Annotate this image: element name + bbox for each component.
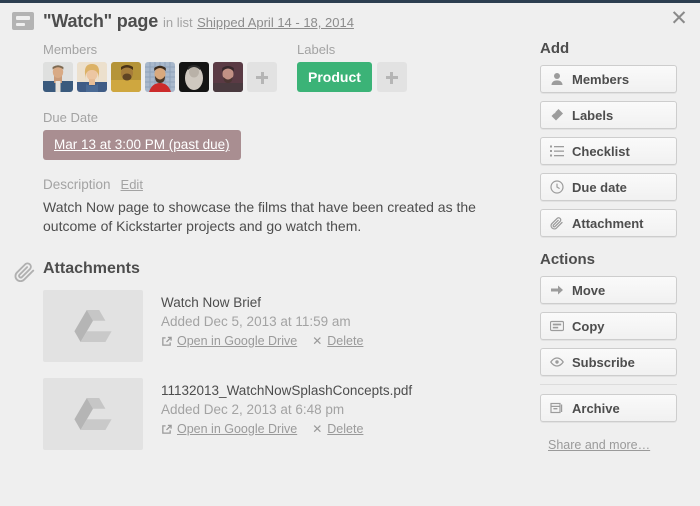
sidebar-add-heading: Add bbox=[540, 40, 692, 57]
due-date-label: Due Date bbox=[43, 110, 526, 125]
arrow-right-icon bbox=[550, 283, 564, 297]
labels-chip-row: Product bbox=[297, 62, 526, 92]
attachment-thumbnail[interactable] bbox=[43, 290, 143, 362]
attachment-name[interactable]: Watch Now Brief bbox=[161, 294, 363, 312]
delete-attachment-link[interactable]: ✕ Delete bbox=[312, 422, 363, 436]
attachment-name[interactable]: 11132013_WatchNowSplashConcepts.pdf bbox=[161, 382, 412, 400]
open-in-google-drive-link[interactable]: Open in Google Drive bbox=[161, 334, 297, 348]
sidebar-item-move[interactable]: Move bbox=[540, 276, 677, 304]
card-detail-dialog: "Watch" page in list Shipped April 14 - 1… bbox=[0, 0, 700, 506]
card-header: "Watch" page in list Shipped April 14 - 1… bbox=[0, 0, 700, 38]
sidebar-item-label: Attachment bbox=[572, 216, 644, 231]
card-body: Members bbox=[0, 38, 700, 466]
delete-label: Delete bbox=[327, 334, 363, 348]
attachment-added-date: Added Dec 2, 2013 at 6:48 pm bbox=[161, 400, 412, 419]
labels-section: Labels Product bbox=[297, 42, 526, 92]
labels-label: Labels bbox=[297, 42, 526, 57]
card-sidebar: Add Members Labels Checklist bbox=[540, 38, 700, 466]
archive-box-icon bbox=[550, 401, 564, 415]
open-link-label: Open in Google Drive bbox=[177, 422, 297, 436]
members-labels-row: Members bbox=[43, 42, 526, 92]
sidebar-item-label: Checklist bbox=[572, 144, 630, 159]
attachments-section: Attachments Watch Now Brief bbox=[43, 260, 526, 450]
add-member-button[interactable] bbox=[247, 62, 277, 92]
sidebar-item-members[interactable]: Members bbox=[540, 65, 677, 93]
card-main-column: Members bbox=[0, 38, 540, 466]
attachment-row: 11132013_WatchNowSplashConcepts.pdf Adde… bbox=[43, 378, 526, 450]
sidebar-item-archive[interactable]: Archive bbox=[540, 394, 677, 422]
sidebar-item-label: Move bbox=[572, 283, 605, 298]
person-icon bbox=[550, 72, 564, 86]
sidebar-item-label: Copy bbox=[572, 319, 605, 334]
google-drive-icon bbox=[73, 308, 113, 344]
checklist-icon bbox=[550, 144, 564, 158]
sidebar-item-label: Labels bbox=[572, 108, 613, 123]
close-icon: ✕ bbox=[312, 424, 322, 435]
list-name-link[interactable]: Shipped April 14 - 18, 2014 bbox=[197, 15, 354, 30]
member-avatar-3[interactable] bbox=[111, 62, 141, 92]
sidebar-item-due-date[interactable]: Due date bbox=[540, 173, 677, 201]
eye-icon bbox=[550, 355, 564, 369]
attachment-actions: Open in Google Drive ✕ Delete bbox=[161, 422, 412, 436]
sidebar-item-subscribe[interactable]: Subscribe bbox=[540, 348, 677, 376]
attachments-heading: Attachments bbox=[43, 260, 140, 278]
description-text: Watch Now page to showcase the films tha… bbox=[43, 198, 526, 236]
member-avatar-6[interactable] bbox=[213, 62, 243, 92]
sidebar-divider bbox=[540, 384, 677, 385]
due-date-section: Due Date Mar 13 at 3:00 PM (past due) bbox=[43, 110, 526, 160]
attachment-row: Watch Now Brief Added Dec 5, 2013 at 11:… bbox=[43, 290, 526, 362]
sidebar-actions-heading: Actions bbox=[540, 251, 692, 268]
attachments-header: Attachments bbox=[43, 260, 526, 278]
attachment-meta: Watch Now Brief Added Dec 5, 2013 at 11:… bbox=[143, 290, 363, 362]
member-avatar-4[interactable] bbox=[145, 62, 175, 92]
external-link-icon bbox=[161, 336, 172, 347]
sidebar-item-labels[interactable]: Labels bbox=[540, 101, 677, 129]
label-chip-product[interactable]: Product bbox=[297, 62, 372, 92]
members-section: Members bbox=[43, 42, 297, 92]
description-header: Description Edit bbox=[43, 177, 526, 192]
in-list-text: in list bbox=[163, 15, 193, 30]
delete-attachment-link[interactable]: ✕ Delete bbox=[312, 334, 363, 348]
external-link-icon bbox=[161, 424, 172, 435]
clock-icon bbox=[550, 180, 564, 194]
tag-icon bbox=[550, 108, 564, 122]
sidebar-item-label: Members bbox=[572, 72, 629, 87]
member-avatar-1[interactable] bbox=[43, 62, 73, 92]
google-drive-icon bbox=[73, 396, 113, 432]
members-avatar-row bbox=[43, 62, 297, 92]
due-date-badge[interactable]: Mar 13 at 3:00 PM (past due) bbox=[43, 130, 241, 160]
attachment-meta: 11132013_WatchNowSplashConcepts.pdf Adde… bbox=[143, 378, 412, 450]
sidebar-item-checklist[interactable]: Checklist bbox=[540, 137, 677, 165]
sidebar-item-copy[interactable]: Copy bbox=[540, 312, 677, 340]
page-title: "Watch" page bbox=[43, 11, 158, 31]
member-avatar-5[interactable] bbox=[179, 62, 209, 92]
open-in-google-drive-link[interactable]: Open in Google Drive bbox=[161, 422, 297, 436]
sidebar-item-label: Due date bbox=[572, 180, 627, 195]
description-section: Description Edit Watch Now page to showc… bbox=[43, 177, 526, 236]
attachments-list: Watch Now Brief Added Dec 5, 2013 at 11:… bbox=[43, 290, 526, 450]
open-link-label: Open in Google Drive bbox=[177, 334, 297, 348]
paperclip-icon bbox=[14, 260, 36, 282]
attachment-actions: Open in Google Drive ✕ Delete bbox=[161, 334, 363, 348]
share-and-more-link[interactable]: Share and more… bbox=[548, 438, 650, 452]
attachment-thumbnail[interactable] bbox=[43, 378, 143, 450]
member-avatar-2[interactable] bbox=[77, 62, 107, 92]
paperclip-icon bbox=[550, 216, 564, 230]
add-label-button[interactable] bbox=[377, 62, 407, 92]
close-icon: ✕ bbox=[312, 336, 322, 347]
description-label: Description bbox=[43, 177, 111, 192]
close-icon[interactable]: ✕ bbox=[668, 8, 690, 30]
sidebar-item-attachment[interactable]: Attachment bbox=[540, 209, 677, 237]
description-edit-link[interactable]: Edit bbox=[121, 177, 143, 192]
card-icon bbox=[12, 12, 34, 30]
delete-label: Delete bbox=[327, 422, 363, 436]
members-label: Members bbox=[43, 42, 297, 57]
sidebar-item-label: Archive bbox=[572, 401, 620, 416]
attachment-added-date: Added Dec 5, 2013 at 11:59 am bbox=[161, 312, 363, 331]
copy-card-icon bbox=[550, 319, 564, 333]
sidebar-item-label: Subscribe bbox=[572, 355, 635, 370]
